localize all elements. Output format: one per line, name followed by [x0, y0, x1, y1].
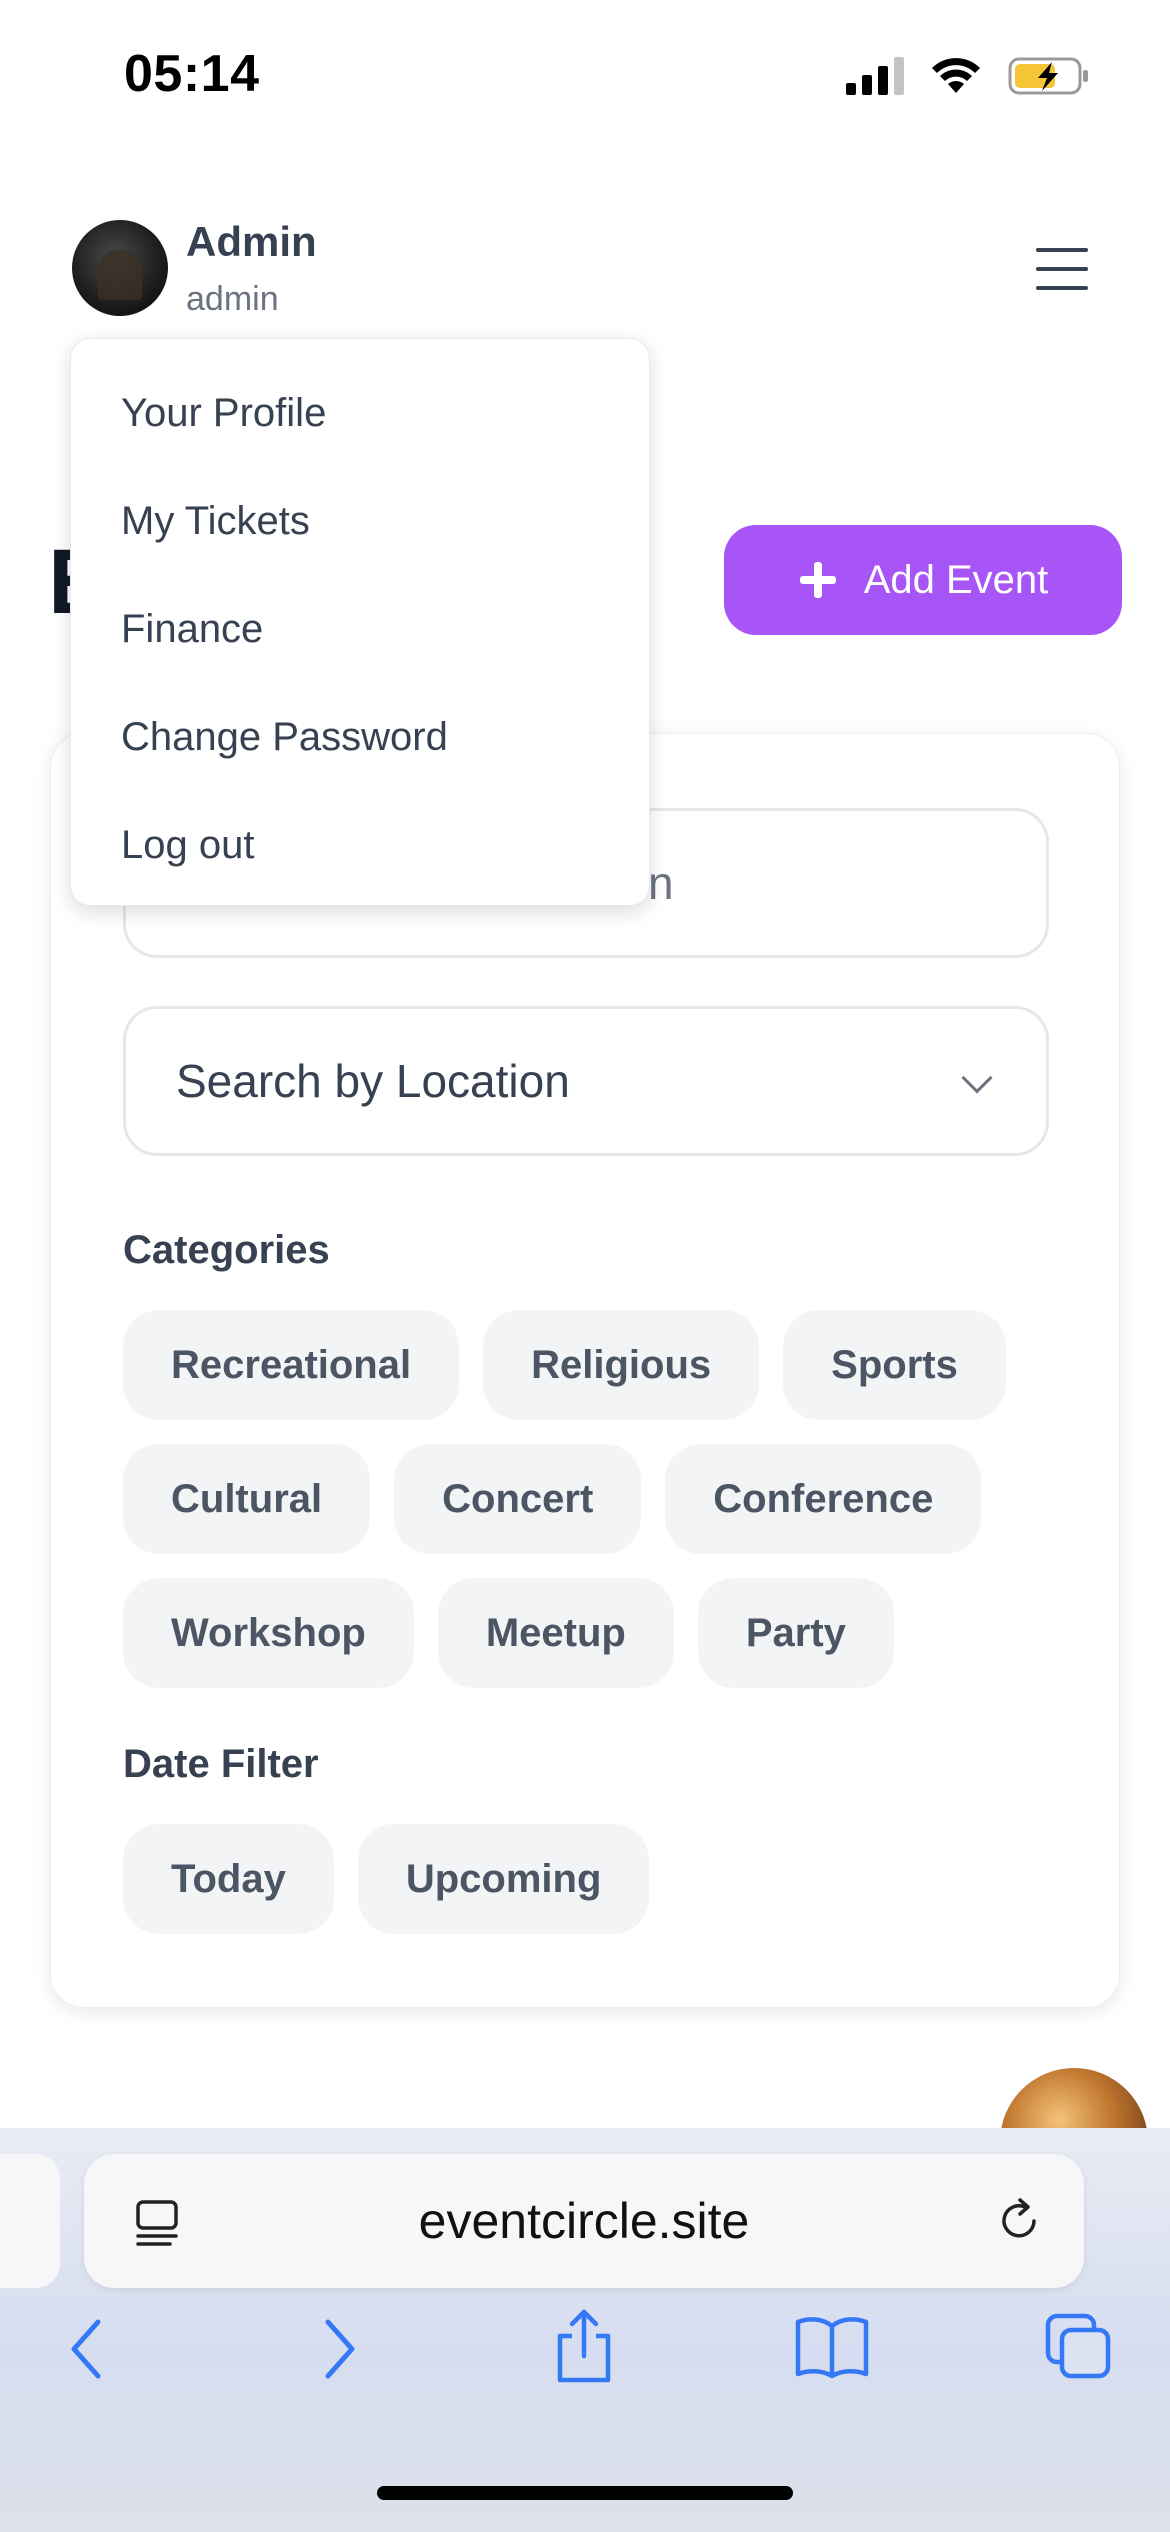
browser-nav-row [0, 2309, 1170, 2414]
location-select[interactable]: Search by Location [123, 1006, 1049, 1156]
category-chips: Recreational Religious Sports Cultural C… [123, 1310, 1063, 1688]
category-chip-workshop[interactable]: Workshop [123, 1578, 414, 1688]
address-bar[interactable]: eventcircle.site [84, 2154, 1084, 2288]
avatar[interactable] [72, 220, 168, 316]
user-name: Admin [186, 218, 317, 265]
user-role: admin [186, 280, 279, 318]
category-chip-sports[interactable]: Sports [783, 1310, 1006, 1420]
hamburger-menu-icon[interactable] [1030, 244, 1094, 294]
menu-item-log-out[interactable]: Log out [71, 791, 649, 899]
category-chip-cultural[interactable]: Cultural [123, 1444, 371, 1554]
wifi-icon [932, 58, 980, 93]
battery-charging-icon [1008, 57, 1088, 95]
date-filter-chips: Today Upcoming [123, 1824, 1063, 1934]
filter-card: n Search by Location Categories Recreati… [50, 733, 1120, 2008]
date-filter-heading: Date Filter [123, 1742, 319, 1786]
tabs-icon[interactable] [1044, 2312, 1114, 2382]
profile-dropdown-menu: Your Profile My Tickets Finance Change P… [70, 338, 650, 906]
previous-tab-peek[interactable] [0, 2154, 60, 2288]
category-chip-concert[interactable]: Concert [394, 1444, 642, 1554]
reload-icon[interactable] [994, 2196, 1044, 2246]
status-time: 05:14 [124, 45, 260, 103]
category-chip-recreational[interactable]: Recreational [123, 1310, 460, 1420]
category-chip-meetup[interactable]: Meetup [437, 1578, 674, 1688]
category-chip-religious[interactable]: Religious [483, 1310, 760, 1420]
date-chip-upcoming[interactable]: Upcoming [357, 1824, 650, 1934]
cellular-signal-icon [846, 57, 904, 95]
add-event-button[interactable]: Add Event [724, 525, 1122, 635]
status-icons [846, 56, 1090, 96]
url-text: eventcircle.site [418, 2193, 750, 2249]
home-indicator[interactable] [377, 2486, 793, 2500]
location-select-label: Search by Location [176, 1055, 570, 1107]
menu-item-finance[interactable]: Finance [71, 575, 649, 683]
add-event-label: Add Event [863, 557, 1049, 602]
chevron-down-icon [961, 1062, 993, 1094]
menu-item-your-profile[interactable]: Your Profile [71, 359, 649, 467]
category-chip-party[interactable]: Party [697, 1578, 894, 1688]
forward-icon[interactable] [320, 2314, 360, 2384]
search-input-text: n [648, 857, 674, 909]
plus-icon [799, 562, 836, 598]
categories-heading: Categories [123, 1228, 330, 1272]
browser-toolbar: eventcircle.site [0, 2128, 1170, 2532]
date-chip-today[interactable]: Today [123, 1824, 334, 1934]
back-icon[interactable] [66, 2314, 106, 2384]
category-chip-conference[interactable]: Conference [665, 1444, 982, 1554]
share-icon[interactable] [552, 2306, 616, 2386]
app-root: 05:14 Admin admin E Add [0, 0, 1170, 2532]
menu-item-change-password[interactable]: Change Password [71, 683, 649, 791]
bookmarks-icon[interactable] [794, 2314, 870, 2380]
menu-item-my-tickets[interactable]: My Tickets [71, 467, 649, 575]
